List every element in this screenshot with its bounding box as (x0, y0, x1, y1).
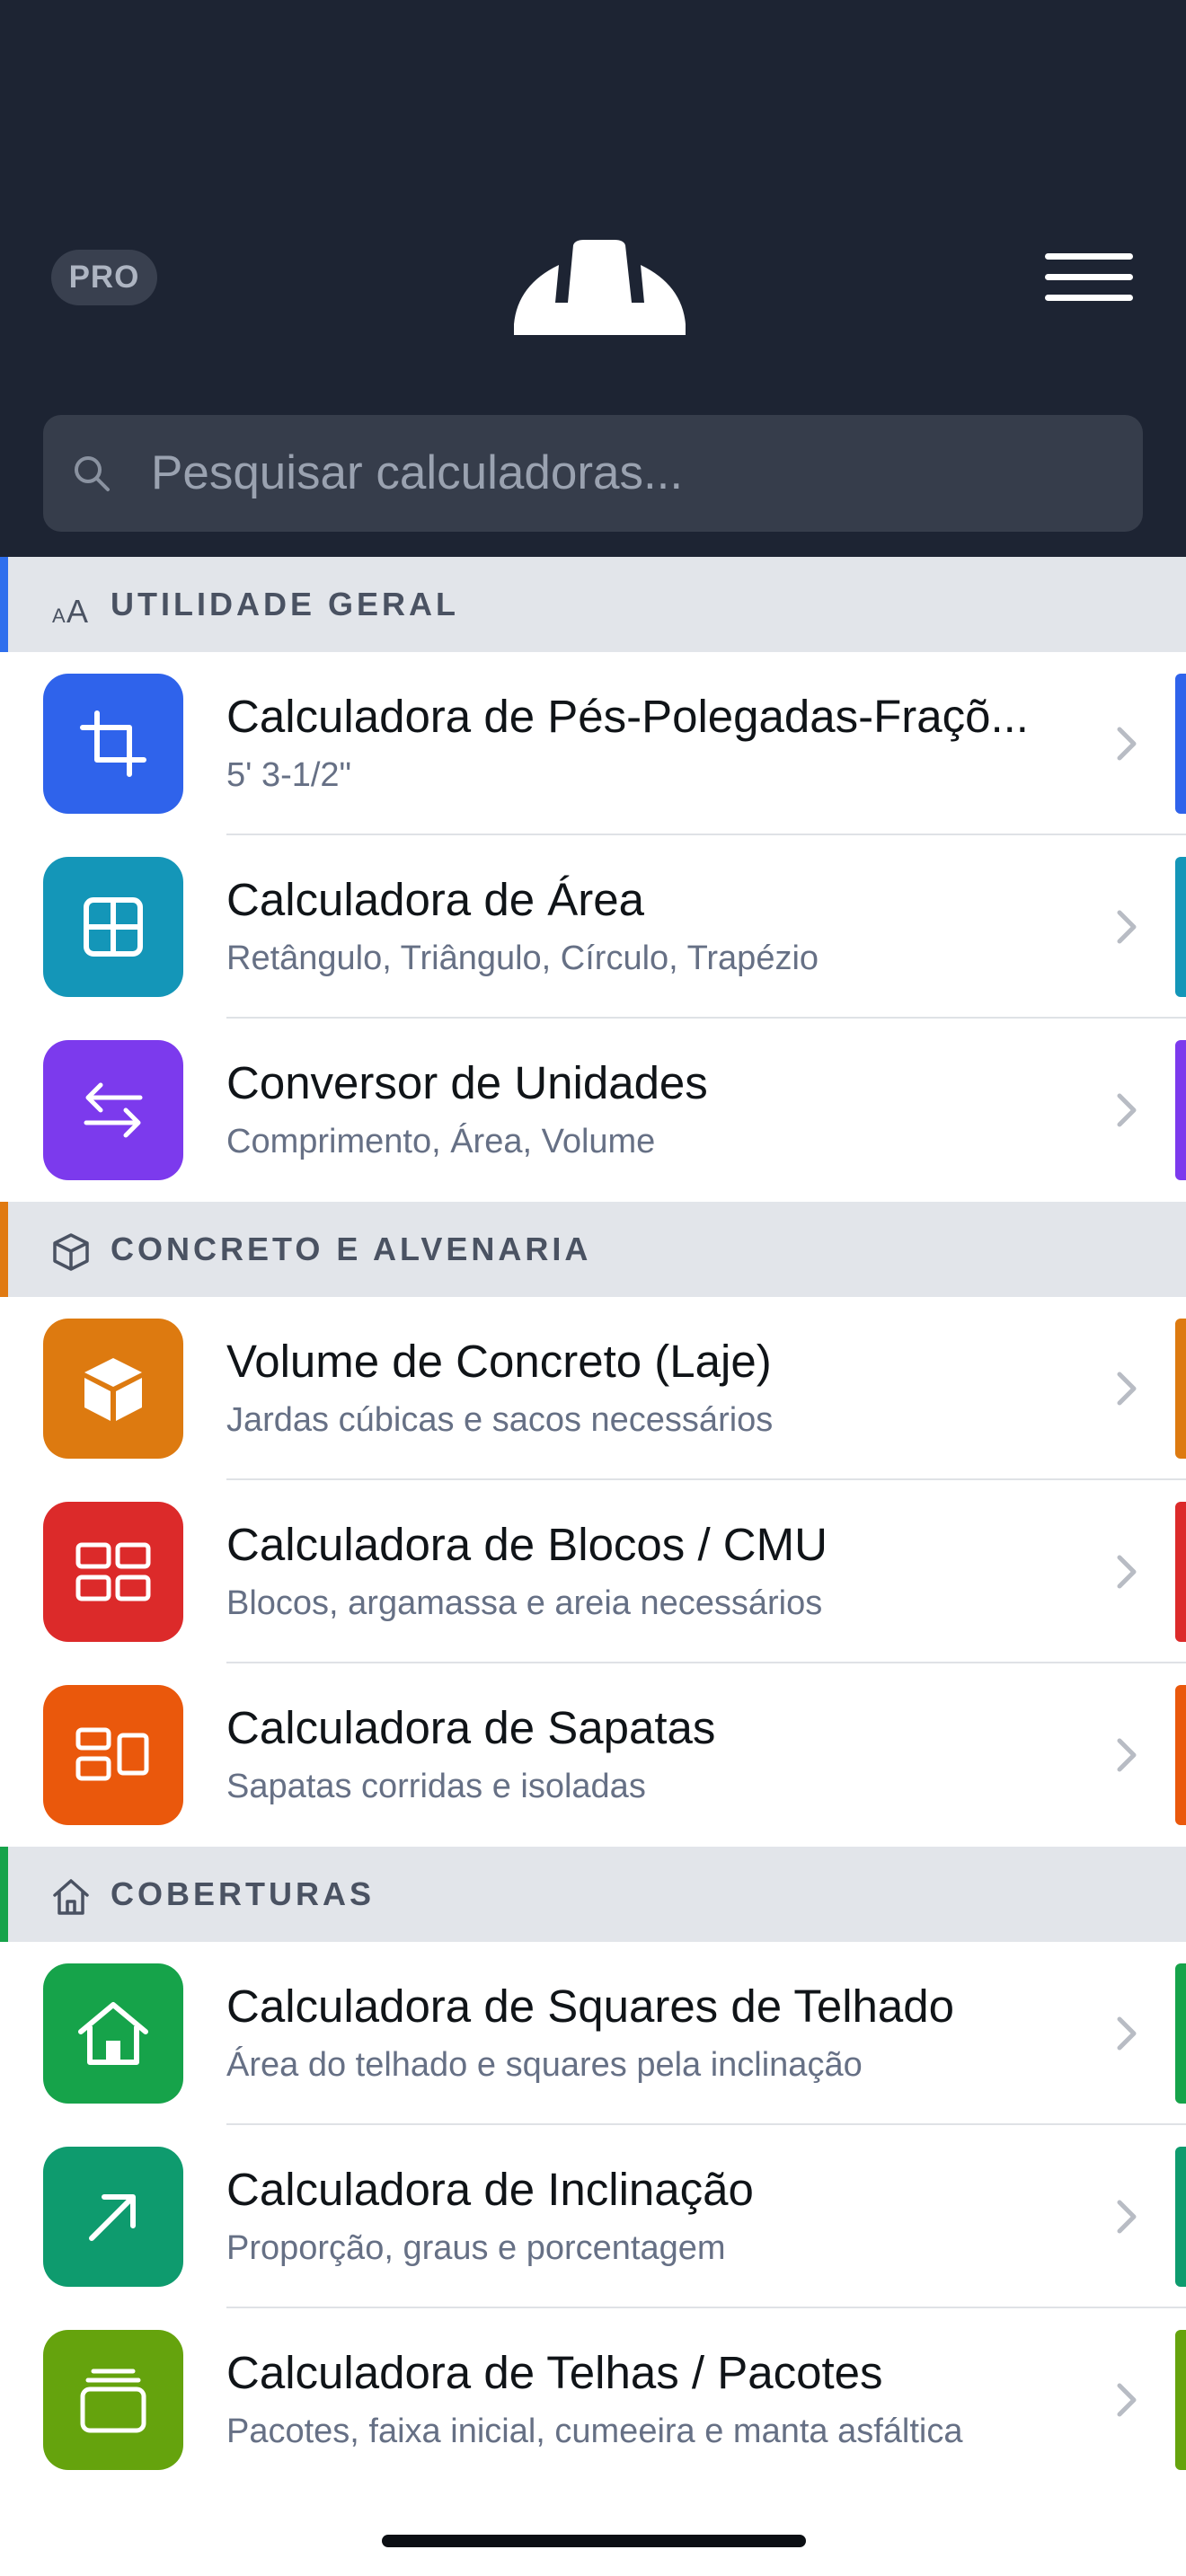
grid-icon (43, 857, 183, 997)
chevron-right-icon (1117, 1093, 1137, 1127)
item-title: Volume de Concreto (Laje) (226, 1336, 772, 1387)
list-item-pes-polegadas[interactable]: Calculadora de Pés-Polegadas-Fraçõ... 5'… (0, 652, 1186, 835)
item-title: Calculadora de Pés-Polegadas-Fraçõ... (226, 691, 1029, 742)
item-subtitle: Comprimento, Área, Volume (226, 1123, 656, 1160)
footing-icon (43, 1685, 183, 1825)
app-header: PRO Pesquisar calculadoras... (0, 0, 1186, 557)
list-item-telhas-pacotes[interactable]: Calculadora de Telhas / Pacotes Pacotes,… (0, 2308, 1186, 2492)
search-input[interactable]: Pesquisar calculadoras... (151, 415, 683, 532)
section-accent-bar (0, 1847, 8, 1942)
svg-text:A: A (52, 604, 66, 627)
list-item-blocos[interactable]: Calculadora de Blocos / CMU Blocos, arga… (0, 1480, 1186, 1663)
section-accent-bar (0, 557, 8, 652)
section-header-utilidade-geral: A A UTILIDADE GERAL (0, 557, 1186, 652)
item-subtitle: 5' 3-1/2" (226, 756, 352, 794)
item-subtitle: Retângulo, Triângulo, Círculo, Trapézio (226, 940, 819, 977)
search-icon (75, 456, 110, 491)
section-header-concreto-alvenaria: CONCRETO E ALVENARIA (0, 1202, 1186, 1297)
text-size-icon: A A (52, 593, 88, 628)
item-subtitle: Sapatas corridas e isoladas (226, 1768, 646, 1805)
item-accent-bar (1175, 1963, 1186, 2104)
section-title: CONCRETO E ALVENARIA (111, 1231, 592, 1267)
home-indicator[interactable] (382, 2535, 806, 2547)
arrow-up-right-icon (43, 2147, 183, 2287)
house-icon (53, 1879, 89, 1915)
list-item-sapatas[interactable]: Calculadora de Sapatas Sapatas corridas … (0, 1663, 1186, 1847)
item-title: Calculadora de Blocos / CMU (226, 1519, 828, 1570)
item-title: Conversor de Unidades (226, 1057, 708, 1108)
item-title: Calculadora de Sapatas (226, 1702, 716, 1753)
chevron-right-icon (1117, 2016, 1137, 2051)
chevron-right-icon (1117, 1738, 1137, 1772)
list-item-inclinacao[interactable]: Calculadora de Inclinação Proporção, gra… (0, 2125, 1186, 2308)
section-title: COBERTURAS (111, 1875, 376, 1912)
item-title: Calculadora de Telhas / Pacotes (226, 2347, 883, 2398)
crop-icon (43, 674, 183, 814)
item-subtitle: Jardas cúbicas e sacos necessários (226, 1401, 774, 1439)
item-subtitle: Blocos, argamassa e areia necessários (226, 1584, 823, 1622)
chevron-right-icon (1117, 2200, 1137, 2234)
item-accent-bar (1175, 1502, 1186, 1642)
item-title: Calculadora de Área (226, 874, 644, 925)
list-item-volume-concreto[interactable]: Volume de Concreto (Laje) Jardas cúbicas… (0, 1297, 1186, 1480)
pro-badge[interactable]: PRO (51, 250, 157, 305)
item-accent-bar (1175, 857, 1186, 997)
chevron-right-icon (1117, 1372, 1137, 1406)
blocks-icon (43, 1502, 183, 1642)
hamburger-menu-icon[interactable] (1040, 251, 1137, 304)
section-title: UTILIDADE GERAL (111, 586, 459, 622)
item-accent-bar (1175, 2147, 1186, 2287)
chevron-right-icon (1117, 910, 1137, 944)
item-title: Calculadora de Squares de Telhado (226, 1981, 954, 2032)
section-accent-bar (0, 1202, 8, 1297)
svg-text:A: A (66, 593, 88, 628)
chevron-right-icon (1117, 727, 1137, 761)
list-item-area[interactable]: Calculadora de Área Retângulo, Triângulo… (0, 835, 1186, 1019)
item-accent-bar (1175, 1319, 1186, 1459)
item-subtitle: Área do telhado e squares pela inclinaçã… (226, 2046, 863, 2084)
swap-arrows-icon (43, 1040, 183, 1180)
cube-icon (53, 1233, 89, 1271)
hard-hat-icon (514, 240, 686, 335)
section-header-coberturas: COBERTURAS (0, 1847, 1186, 1942)
item-accent-bar (1175, 1685, 1186, 1825)
item-accent-bar (1175, 1040, 1186, 1180)
item-accent-bar (1175, 2330, 1186, 2470)
item-title: Calculadora de Inclinação (226, 2164, 754, 2215)
list-item-squares-telhado[interactable]: Calculadora de Squares de Telhado Área d… (0, 1942, 1186, 2125)
chevron-right-icon (1117, 1555, 1137, 1589)
list-item-conversor[interactable]: Conversor de Unidades Comprimento, Área,… (0, 1019, 1186, 1202)
chevron-right-icon (1117, 2383, 1137, 2417)
stack-icon (43, 2330, 183, 2470)
box-icon (43, 1319, 183, 1459)
house-icon (43, 1963, 183, 2104)
item-subtitle: Pacotes, faixa inicial, cumeeira e manta… (226, 2413, 963, 2450)
item-subtitle: Proporção, graus e porcentagem (226, 2229, 726, 2267)
item-accent-bar (1175, 674, 1186, 814)
